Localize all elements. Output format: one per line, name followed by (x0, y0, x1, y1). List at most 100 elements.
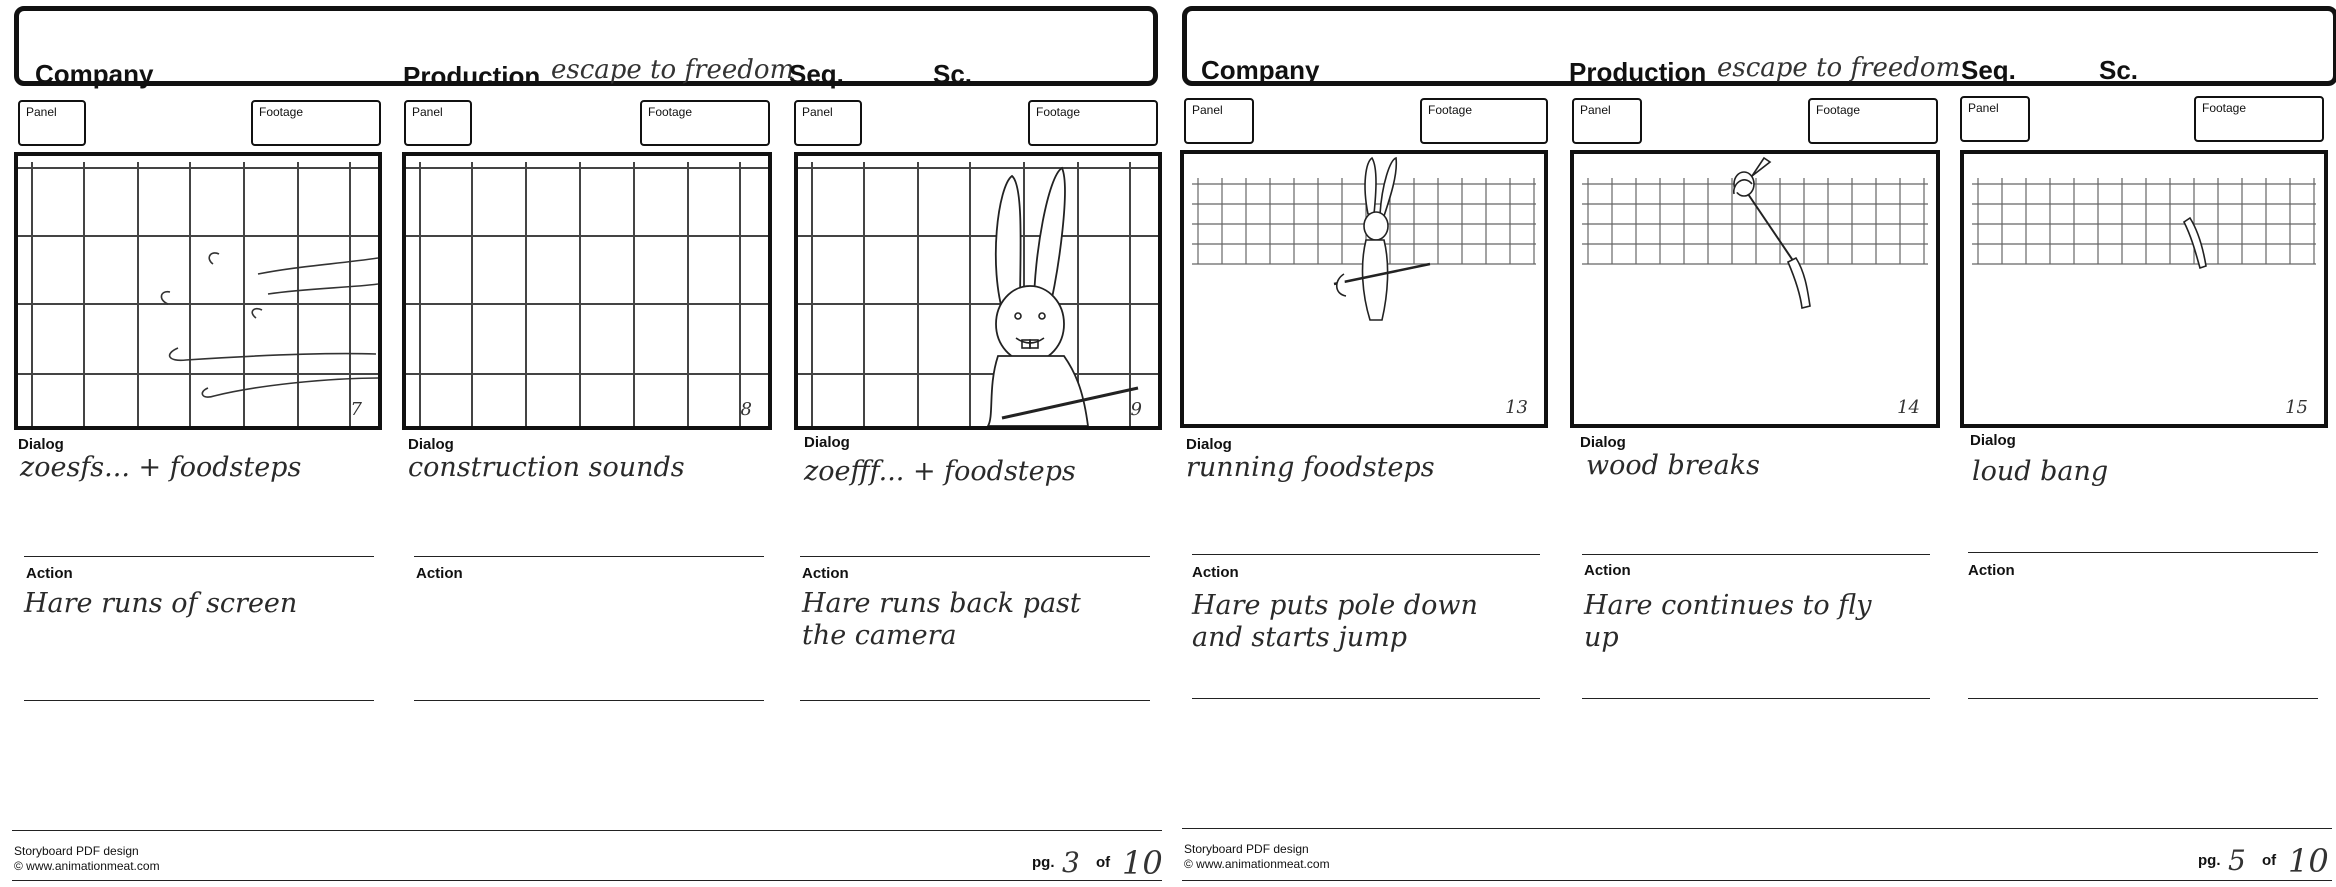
panel-frame-13: 13 (1180, 150, 1548, 428)
company-label: Company (35, 59, 154, 89)
action-label: Action (1584, 562, 1631, 579)
storyboard-sheet-left: Company Production escape to freedom Seq… (0, 0, 1168, 887)
panel-number-box: Panel (794, 100, 862, 146)
action-label: Action (416, 565, 463, 582)
action-rule (1192, 698, 1540, 699)
dialog-rule (1968, 552, 2318, 553)
credit-line-2: © www.animationmeat.com (1184, 857, 1330, 871)
action-label: Action (1968, 562, 2015, 579)
dialog-text-15: loud bang (1972, 456, 2109, 487)
storyboard-sheet-right: Company Production escape to freedom Seq… (1168, 0, 2336, 887)
action-text-14: Hare continues to fly up (1584, 590, 1872, 653)
of-label: of (1096, 854, 1111, 871)
credit-block: Storyboard PDF design © www.animationmea… (1184, 842, 1330, 872)
panel-number: 15 (2285, 397, 2308, 418)
dialog-rule (414, 556, 764, 557)
action-rule (414, 700, 764, 701)
header-box: Company Production escape to freedom Seq… (1182, 6, 2336, 87)
dialog-label: Dialog (1186, 436, 1232, 453)
action-rule (24, 700, 374, 701)
scene-hare-closeup (798, 162, 1158, 426)
page-total: 10 (1122, 844, 1163, 882)
panel-number: 8 (740, 399, 752, 420)
panel-frame-14: 14 (1570, 150, 1940, 428)
page-label: pg. (1032, 854, 1055, 871)
panel-box-label: Panel (1968, 101, 1999, 115)
page-number: 3 (1062, 846, 1080, 879)
action-text-13: Hare puts pole down and starts jump (1192, 590, 1478, 653)
production-label: Production (403, 61, 541, 91)
dialog-text-13: running foodsteps (1186, 452, 1435, 483)
footer-bottom-rule (12, 880, 1162, 881)
dialog-label: Dialog (1580, 434, 1626, 451)
credit-line-1: Storyboard PDF design (14, 844, 139, 858)
dialog-rule (24, 556, 374, 557)
panel-frame-7: 7 (14, 152, 382, 430)
panel-frame-8: 8 (402, 152, 772, 430)
company-label: Company (1201, 55, 1320, 85)
action-label: Action (1192, 564, 1239, 581)
action-text-7: Hare runs of screen (24, 588, 298, 619)
seq-label: Seq. (789, 59, 844, 89)
production-title: escape to freedom (1717, 53, 1961, 83)
panel-number: 13 (1505, 397, 1528, 418)
action-label: Action (26, 565, 73, 582)
panel-number-box: Panel (1184, 98, 1254, 144)
footage-box-label: Footage (259, 105, 304, 119)
action-rule (1582, 698, 1930, 699)
footage-box: Footage (640, 100, 770, 146)
panel-frame-15: 15 (1960, 150, 2328, 428)
footage-box-label: Footage (2202, 101, 2247, 115)
panel-box-label: Panel (1192, 103, 1223, 117)
scene-hare-pole (1192, 156, 1536, 321)
footage-box: Footage (251, 100, 381, 146)
footage-box: Footage (2194, 96, 2324, 142)
footage-box-label: Footage (648, 105, 693, 119)
panel-number-box: Panel (18, 100, 86, 146)
page-number: 5 (2228, 844, 2246, 877)
scene-motion-swirls (18, 162, 378, 426)
dialog-label: Dialog (804, 434, 850, 451)
header-box: Company Production escape to freedom Seq… (14, 6, 1158, 91)
scene-empty-grid (406, 162, 768, 426)
credit-block: Storyboard PDF design © www.animationmea… (14, 844, 160, 874)
credit-line-1: Storyboard PDF design (1184, 842, 1309, 856)
scene-pole-piece (1972, 178, 2316, 270)
dialog-text-14: wood breaks (1586, 450, 1760, 481)
production-label: Production (1569, 57, 1707, 87)
action-rule (1968, 698, 2318, 699)
page-label: pg. (2198, 852, 2221, 869)
dialog-text-9: zoefff... + foodsteps (804, 456, 1076, 487)
dialog-label: Dialog (1970, 432, 2016, 449)
panel-box-label: Panel (412, 105, 443, 119)
dialog-text-8: construction sounds (408, 452, 685, 483)
dialog-rule (800, 556, 1150, 557)
sc-label: Sc. (2099, 55, 2139, 85)
dialog-rule (1582, 554, 1930, 555)
panel-frame-9: 9 (794, 152, 1162, 430)
footer-bottom-rule (1182, 880, 2332, 881)
action-rule (800, 700, 1150, 701)
panel-box-label: Panel (1580, 103, 1611, 117)
panel-box-label: Panel (802, 105, 833, 119)
sc-label: Sc. (933, 59, 973, 89)
dialog-label: Dialog (18, 436, 64, 453)
dialog-rule (1192, 554, 1540, 555)
scene-pole-break (1582, 156, 1928, 309)
panel-number: 7 (350, 399, 362, 420)
panel-number-box: Panel (404, 100, 472, 146)
dialog-label: Dialog (408, 436, 454, 453)
footage-box: Footage (1028, 100, 1158, 146)
footage-box: Footage (1808, 98, 1938, 144)
credit-line-2: © www.animationmeat.com (14, 859, 160, 873)
footage-box-label: Footage (1036, 105, 1081, 119)
action-text-9: Hare runs back past the camera (802, 588, 1081, 651)
footer-rule (12, 830, 1162, 831)
panel-number-box: Panel (1572, 98, 1642, 144)
page-total: 10 (2288, 842, 2329, 880)
footage-box-label: Footage (1816, 103, 1861, 117)
panel-number-box: Panel (1960, 96, 2030, 142)
footage-box: Footage (1420, 98, 1548, 144)
seq-label: Seq. (1961, 55, 2016, 85)
footer-rule (1182, 828, 2332, 829)
